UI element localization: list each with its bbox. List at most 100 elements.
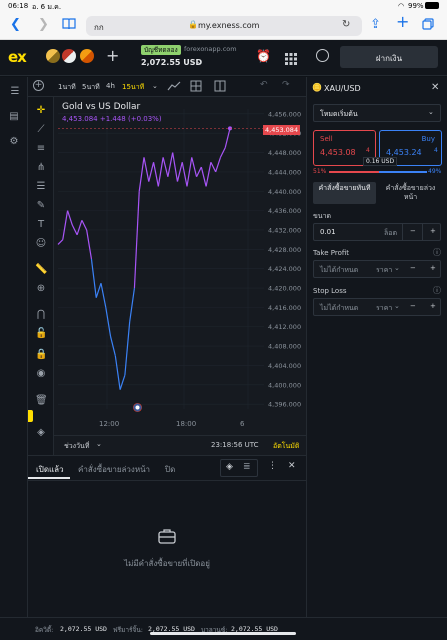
zoom-in-icon[interactable]: ⊕ [35,283,47,295]
timeframe-1m[interactable]: 1นาที [58,82,76,93]
event-flag-icon[interactable] [133,403,142,412]
layout-icon[interactable] [214,80,226,94]
profile-icon[interactable] [316,49,329,62]
chart-type-icon[interactable] [167,80,181,94]
size-label: ขนาด [313,212,332,220]
x-tick-label: 18:00 [176,420,196,428]
instrument-tab-icon[interactable] [62,49,76,63]
view-toggle[interactable]: ◈ ≣ [220,459,258,477]
chevron-down-icon[interactable]: ⌄ [394,302,400,310]
text-tool-icon[interactable]: T [35,219,47,231]
info-icon[interactable]: ⓘ [433,247,441,258]
take-profit-field[interactable]: ไม่ได้กำหนด ราคา ⌄ − + [313,260,441,278]
magnet-icon[interactable]: ⋂ [35,309,47,321]
tab-pending-positions[interactable]: คำสั่งซื้อขายล่วงหน้า [78,463,150,476]
apps-grid-icon[interactable] [285,50,297,65]
gold-icon: 🪙 [312,83,322,92]
timeframe-5m[interactable]: 5นาที [82,82,100,93]
chart-canvas[interactable]: 4,456.0004,452.0004,448.0004,444.0004,44… [54,97,306,435]
fib-icon[interactable]: ☰ [35,181,47,193]
trash-icon[interactable]: 🗑 [35,395,48,407]
alarm-icon[interactable]: ⏰ [256,49,271,63]
price-chart[interactable]: 4,456.0004,452.0004,448.0004,444.0004,44… [54,97,306,435]
layers-icon[interactable]: ◈ [35,427,47,439]
decrease-size-button[interactable]: − [410,227,416,235]
chevron-down-icon[interactable]: ⌄ [96,440,102,448]
chart-toolbar: + 1นาที 5นาที 4h 15นาที ⌄ ↶ ↷ [28,77,306,97]
calendar-icon[interactable]: ▤ [8,111,20,123]
series-segment [200,166,207,187]
info-icon[interactable]: ⓘ [433,285,441,296]
close-icon[interactable]: ✕ [431,82,439,93]
more-icon[interactable]: ⋮ [268,461,277,471]
chart-clock: 23:18:56 UTC [211,441,259,449]
lock-icon[interactable]: 🔒 [35,349,47,361]
increase-size-button[interactable]: + [430,227,436,235]
series-segment [86,229,93,260]
series-segment [105,307,112,337]
instrument-tab-icon[interactable] [46,49,60,63]
stop-loss-field[interactable]: ไม่ได้กำหนด ราคา ⌄ − + [313,298,441,316]
forward-icon[interactable]: ❯ [38,18,49,32]
instrument-tab-icon[interactable] [80,49,94,63]
take-profit-unit[interactable]: ราคา [376,265,392,276]
chevron-down-icon[interactable]: ⌄ [152,82,158,90]
status-time: 06:18 [8,2,29,10]
ruler-icon[interactable]: 📏 [35,264,47,276]
settings-icon[interactable]: ⚙ [8,136,20,148]
undo-icon[interactable]: ↶ [260,80,268,90]
new-tab-icon[interactable]: + [396,14,409,30]
lock-drawing-icon[interactable]: 🔓 [35,328,47,340]
eye-icon[interactable]: ◉ [35,368,47,380]
add-tab-icon[interactable]: + [106,46,119,65]
active-tab-indicator [28,477,70,479]
decrease-sl-button[interactable]: − [410,302,416,310]
date-range-label[interactable]: ช่วงวันที่ [64,441,89,452]
collapse-rail-handle[interactable] [28,410,33,422]
chevron-down-icon[interactable]: ⌄ [394,264,400,272]
stop-loss-unit[interactable]: ราคา [376,303,392,314]
tabs-icon[interactable] [422,18,434,34]
y-tick-label: 4,424.000 [268,265,301,273]
timeframe-15m[interactable]: 15นาที [122,82,144,93]
brush-icon[interactable]: ✎ [35,200,47,212]
increase-sl-button[interactable]: + [430,302,436,310]
share-icon[interactable]: ⇪ [370,18,381,32]
series-segment [76,220,83,235]
increase-tp-button[interactable]: + [430,264,436,272]
decrease-tp-button[interactable]: − [410,264,416,272]
timeframe-4h[interactable]: 4h [106,82,115,90]
lock-icon: 🔒 [188,20,198,29]
emoji-icon[interactable]: ☺ [35,238,47,250]
account-balance[interactable]: 2,072.55 USD [141,58,202,67]
mode-select[interactable]: โหมดเริ่มต้น ⌄ [313,104,441,122]
tab-pending-order[interactable]: คำสั่งซื้อขายล่วงหน้า [379,182,442,204]
horizontal-lines-icon[interactable]: ≡ [35,143,47,155]
divider [402,224,403,240]
auto-scale-toggle[interactable]: อัตโนมัติ [273,441,299,452]
indicators-icon[interactable] [190,80,202,94]
back-icon[interactable]: ❮ [10,18,21,32]
size-field[interactable]: 0.01 ล็อต − + [313,223,441,241]
url-bar[interactable]: กก 🔒 my.exness.com ↻ [86,16,362,36]
exness-logo[interactable]: ex [8,48,27,66]
stack-icon[interactable]: ≣ [243,462,251,472]
reload-icon[interactable]: ↻ [342,19,350,30]
tab-market-order[interactable]: คำสั่งซื้อขายทันที [313,182,376,204]
menu-icon[interactable]: ☰ [9,86,21,98]
crosshair-icon[interactable]: ✛ [35,105,47,117]
y-tick-label: 4,400.000 [268,381,301,389]
chevron-down-icon[interactable]: ⌄ [196,57,203,66]
bookmarks-icon[interactable] [62,18,76,34]
trend-line-icon[interactable]: ⟋ [35,124,47,136]
deposit-button[interactable]: ฝากเงิน [340,46,438,68]
pitchfork-icon[interactable]: ⋔ [35,162,47,174]
tab-open-positions[interactable]: เปิดแล้ว [36,463,64,476]
close-icon[interactable]: ✕ [288,461,296,471]
add-indicator-icon[interactable]: + [33,80,44,91]
layers-icon[interactable]: ◈ [226,462,233,472]
tab-closed-positions[interactable]: ปิด [165,463,175,476]
y-tick-label: 4,416.000 [268,304,301,312]
series-segment [172,152,179,182]
redo-icon[interactable]: ↷ [282,80,290,90]
